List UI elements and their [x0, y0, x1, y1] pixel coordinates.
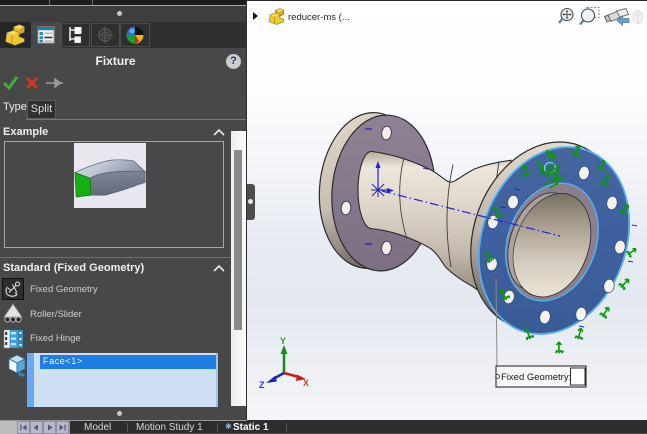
svg-text:Fixed Geometry:: Fixed Geometry: [501, 372, 571, 383]
svg-text:Y: Y [280, 336, 286, 346]
svg-text:Z: Z [259, 380, 265, 390]
svg-text:X: X [303, 378, 309, 388]
